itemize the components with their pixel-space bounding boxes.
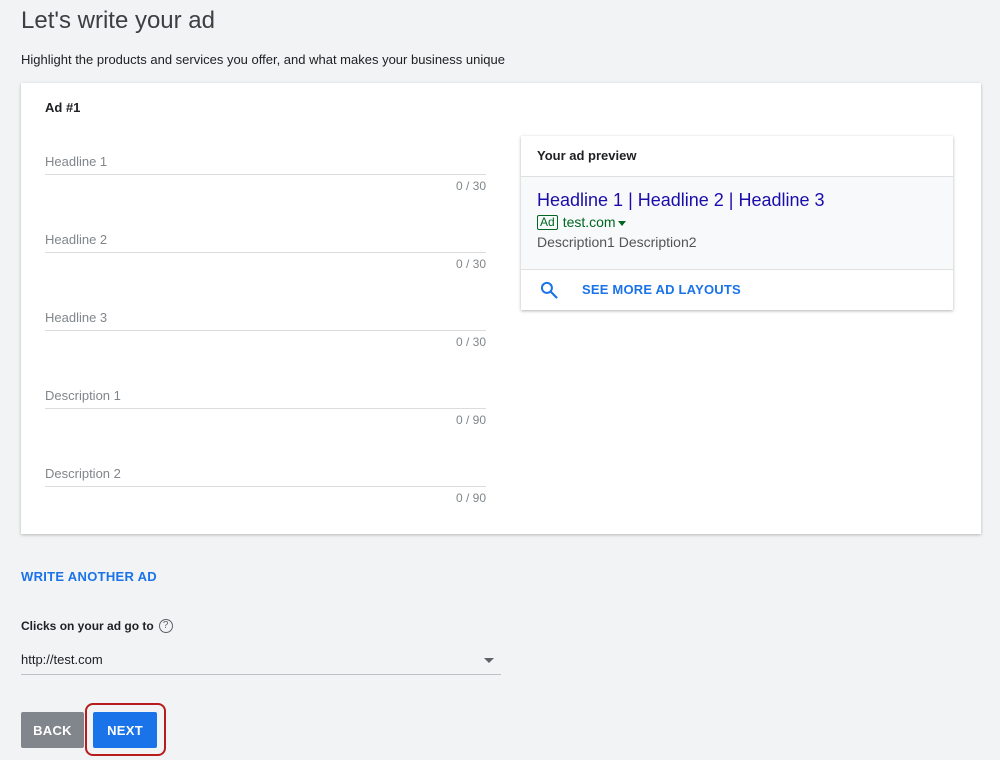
ad-preview-url: test.com	[562, 214, 616, 230]
destination-label: Clicks on your ad go to	[21, 619, 154, 633]
page-subtitle: Highlight the products and services you …	[21, 52, 505, 67]
description-2-counter: 0 / 90	[455, 491, 486, 505]
ad-card: Ad #1 0 / 30 0 / 30 0 / 30 0 / 90 0 / 90…	[21, 83, 981, 534]
see-more-ad-layouts-button[interactable]: SEE MORE AD LAYOUTS	[521, 270, 953, 309]
headline-1-input[interactable]	[45, 149, 486, 175]
ad-badge: Ad	[537, 214, 558, 230]
search-icon	[539, 280, 559, 300]
headline-1-field: 0 / 30	[45, 149, 486, 193]
headline-3-input[interactable]	[45, 305, 486, 331]
back-button[interactable]: BACK	[21, 712, 84, 748]
headline-2-input[interactable]	[45, 227, 486, 253]
ad-preview-description: Description1 Description2	[537, 234, 697, 250]
ad-preview-card: Your ad preview Headline 1 | Headline 2 …	[521, 136, 953, 310]
ad-preview-body: Headline 1 | Headline 2 | Headline 3 Ad …	[521, 177, 953, 270]
destination-label-row: Clicks on your ad go to ?	[21, 619, 173, 633]
page-title: Let's write your ad	[21, 7, 216, 34]
headline-3-field: 0 / 30	[45, 305, 486, 349]
headline-3-counter: 0 / 30	[455, 335, 486, 349]
help-icon[interactable]: ?	[158, 619, 173, 633]
destination-url-value: http://test.com	[21, 651, 103, 667]
headline-2-field: 0 / 30	[45, 227, 486, 271]
write-another-ad-button[interactable]: WRITE ANOTHER AD	[21, 569, 157, 584]
description-2-field: 0 / 90	[45, 461, 486, 505]
ad-preview-url-line: Ad test.com	[537, 213, 937, 231]
ad-preview-header: Your ad preview	[521, 136, 953, 177]
destination-url-select[interactable]: http://test.com	[21, 646, 501, 675]
description-2-input[interactable]	[45, 461, 486, 487]
description-1-field: 0 / 90	[45, 383, 486, 427]
see-more-ad-layouts-label: SEE MORE AD LAYOUTS	[582, 282, 741, 297]
dropdown-arrow-icon	[484, 657, 494, 663]
description-1-input[interactable]	[45, 383, 486, 409]
caret-down-icon	[617, 220, 626, 226]
ad-preview-headline: Headline 1 | Headline 2 | Headline 3	[537, 190, 825, 210]
ad-card-title: Ad #1	[45, 100, 81, 115]
headline-2-counter: 0 / 30	[455, 257, 486, 271]
headline-1-counter: 0 / 30	[455, 179, 486, 193]
description-1-counter: 0 / 90	[455, 413, 486, 427]
next-button[interactable]: NEXT	[93, 712, 157, 748]
